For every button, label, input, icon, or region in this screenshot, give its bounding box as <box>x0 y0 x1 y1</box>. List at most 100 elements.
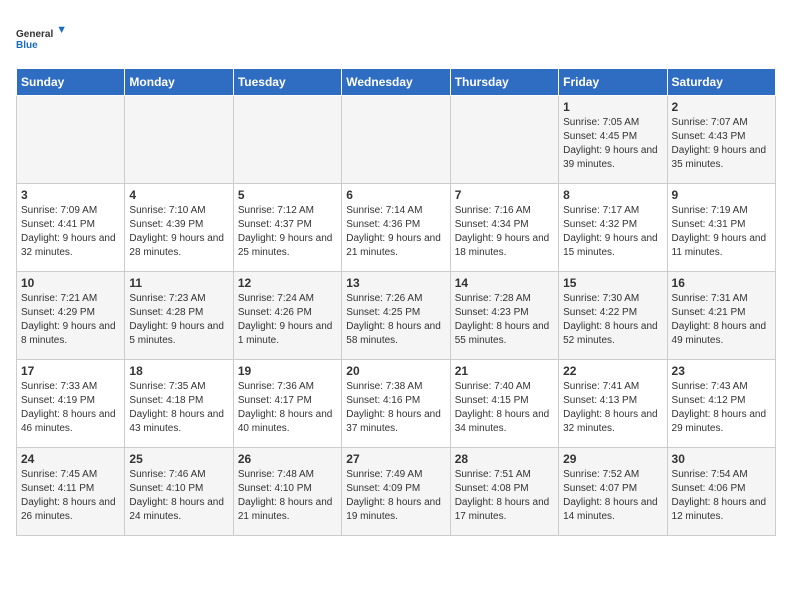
day-info: Sunrise: 7:41 AM Sunset: 4:13 PM Dayligh… <box>563 380 662 436</box>
header-day: Saturday <box>667 69 775 96</box>
header: General Blue <box>16 16 776 60</box>
day-number: 4 <box>129 188 228 202</box>
day-info: Sunrise: 7:17 AM Sunset: 4:32 PM Dayligh… <box>563 204 662 260</box>
calendar-row: 3 Sunrise: 7:09 AM Sunset: 4:41 PM Daylig… <box>17 184 776 272</box>
header-day: Monday <box>125 69 233 96</box>
day-info: Sunrise: 7:21 AM Sunset: 4:29 PM Dayligh… <box>21 292 120 348</box>
day-info: Sunrise: 7:36 AM Sunset: 4:17 PM Dayligh… <box>238 380 337 436</box>
calendar-cell <box>342 96 450 184</box>
calendar-cell <box>450 96 558 184</box>
day-number: 10 <box>21 276 120 290</box>
day-info: Sunrise: 7:49 AM Sunset: 4:09 PM Dayligh… <box>346 468 445 524</box>
day-info: Sunrise: 7:24 AM Sunset: 4:26 PM Dayligh… <box>238 292 337 348</box>
day-info: Sunrise: 7:09 AM Sunset: 4:41 PM Dayligh… <box>21 204 120 260</box>
calendar-table: SundayMondayTuesdayWednesdayThursdayFrid… <box>16 68 776 536</box>
day-number: 1 <box>563 100 662 114</box>
calendar-cell: 3 Sunrise: 7:09 AM Sunset: 4:41 PM Daylig… <box>17 184 125 272</box>
calendar-cell: 11 Sunrise: 7:23 AM Sunset: 4:28 PM Dayli… <box>125 272 233 360</box>
day-number: 28 <box>455 452 554 466</box>
header-day: Thursday <box>450 69 558 96</box>
day-number: 30 <box>672 452 771 466</box>
day-number: 11 <box>129 276 228 290</box>
calendar-cell: 25 Sunrise: 7:46 AM Sunset: 4:10 PM Dayli… <box>125 448 233 536</box>
day-number: 16 <box>672 276 771 290</box>
day-info: Sunrise: 7:16 AM Sunset: 4:34 PM Dayligh… <box>455 204 554 260</box>
day-info: Sunrise: 7:26 AM Sunset: 4:25 PM Dayligh… <box>346 292 445 348</box>
day-info: Sunrise: 7:40 AM Sunset: 4:15 PM Dayligh… <box>455 380 554 436</box>
day-info: Sunrise: 7:31 AM Sunset: 4:21 PM Dayligh… <box>672 292 771 348</box>
calendar-cell: 24 Sunrise: 7:45 AM Sunset: 4:11 PM Dayli… <box>17 448 125 536</box>
day-info: Sunrise: 7:38 AM Sunset: 4:16 PM Dayligh… <box>346 380 445 436</box>
calendar-cell: 9Sunrise: 7:19 AM Sunset: 4:31 PM Daylig… <box>667 184 775 272</box>
calendar-cell: 26 Sunrise: 7:48 AM Sunset: 4:10 PM Dayli… <box>233 448 341 536</box>
calendar-cell: 2Sunrise: 7:07 AM Sunset: 4:43 PM Daylig… <box>667 96 775 184</box>
day-number: 14 <box>455 276 554 290</box>
calendar-cell: 8 Sunrise: 7:17 AM Sunset: 4:32 PM Daylig… <box>559 184 667 272</box>
day-info: Sunrise: 7:19 AM Sunset: 4:31 PM Dayligh… <box>672 204 771 260</box>
header-day: Sunday <box>17 69 125 96</box>
day-info: Sunrise: 7:45 AM Sunset: 4:11 PM Dayligh… <box>21 468 120 524</box>
calendar-cell: 23 Sunrise: 7:43 AM Sunset: 4:12 PM Dayli… <box>667 360 775 448</box>
day-number: 23 <box>672 364 771 378</box>
day-number: 27 <box>346 452 445 466</box>
day-number: 3 <box>21 188 120 202</box>
day-number: 5 <box>238 188 337 202</box>
day-number: 17 <box>21 364 120 378</box>
calendar-cell: 12Sunrise: 7:24 AM Sunset: 4:26 PM Dayli… <box>233 272 341 360</box>
calendar-cell: 17 Sunrise: 7:33 AM Sunset: 4:19 PM Dayli… <box>17 360 125 448</box>
day-number: 26 <box>238 452 337 466</box>
svg-text:Blue: Blue <box>16 40 38 51</box>
day-info: Sunrise: 7:46 AM Sunset: 4:10 PM Dayligh… <box>129 468 228 524</box>
day-info: Sunrise: 7:54 AM Sunset: 4:06 PM Dayligh… <box>672 468 771 524</box>
header-day: Tuesday <box>233 69 341 96</box>
day-info: Sunrise: 7:35 AM Sunset: 4:18 PM Dayligh… <box>129 380 228 436</box>
header-day: Wednesday <box>342 69 450 96</box>
day-number: 2 <box>672 100 771 114</box>
day-number: 18 <box>129 364 228 378</box>
day-number: 21 <box>455 364 554 378</box>
calendar-cell: 28 Sunrise: 7:51 AM Sunset: 4:08 PM Dayli… <box>450 448 558 536</box>
day-number: 19 <box>238 364 337 378</box>
day-number: 6 <box>346 188 445 202</box>
calendar-cell: 14 Sunrise: 7:28 AM Sunset: 4:23 PM Dayli… <box>450 272 558 360</box>
header-row: SundayMondayTuesdayWednesdayThursdayFrid… <box>17 69 776 96</box>
header-day: Friday <box>559 69 667 96</box>
calendar-cell: 13Sunrise: 7:26 AM Sunset: 4:25 PM Dayli… <box>342 272 450 360</box>
calendar-cell: 10 Sunrise: 7:21 AM Sunset: 4:29 PM Dayli… <box>17 272 125 360</box>
day-info: Sunrise: 7:28 AM Sunset: 4:23 PM Dayligh… <box>455 292 554 348</box>
day-info: Sunrise: 7:23 AM Sunset: 4:28 PM Dayligh… <box>129 292 228 348</box>
calendar-cell <box>125 96 233 184</box>
calendar-cell: 21 Sunrise: 7:40 AM Sunset: 4:15 PM Dayli… <box>450 360 558 448</box>
calendar-cell: 20 Sunrise: 7:38 AM Sunset: 4:16 PM Dayli… <box>342 360 450 448</box>
day-number: 20 <box>346 364 445 378</box>
day-info: Sunrise: 7:33 AM Sunset: 4:19 PM Dayligh… <box>21 380 120 436</box>
calendar-cell <box>17 96 125 184</box>
day-number: 8 <box>563 188 662 202</box>
calendar-row: 10 Sunrise: 7:21 AM Sunset: 4:29 PM Dayli… <box>17 272 776 360</box>
calendar-cell: 30 Sunrise: 7:54 AM Sunset: 4:06 PM Dayli… <box>667 448 775 536</box>
svg-text:General: General <box>16 29 53 40</box>
day-info: Sunrise: 7:51 AM Sunset: 4:08 PM Dayligh… <box>455 468 554 524</box>
day-number: 24 <box>21 452 120 466</box>
logo: General Blue <box>16 16 66 60</box>
calendar-cell: 7 Sunrise: 7:16 AM Sunset: 4:34 PM Daylig… <box>450 184 558 272</box>
day-info: Sunrise: 7:30 AM Sunset: 4:22 PM Dayligh… <box>563 292 662 348</box>
day-number: 25 <box>129 452 228 466</box>
calendar-cell: 29Sunrise: 7:52 AM Sunset: 4:07 PM Dayli… <box>559 448 667 536</box>
calendar-cell: 22 Sunrise: 7:41 AM Sunset: 4:13 PM Dayli… <box>559 360 667 448</box>
day-info: Sunrise: 7:14 AM Sunset: 4:36 PM Dayligh… <box>346 204 445 260</box>
logo-svg: General Blue <box>16 16 66 60</box>
day-number: 22 <box>563 364 662 378</box>
day-info: Sunrise: 7:43 AM Sunset: 4:12 PM Dayligh… <box>672 380 771 436</box>
calendar-row: 17 Sunrise: 7:33 AM Sunset: 4:19 PM Dayli… <box>17 360 776 448</box>
calendar-cell: 15 Sunrise: 7:30 AM Sunset: 4:22 PM Dayli… <box>559 272 667 360</box>
day-number: 15 <box>563 276 662 290</box>
calendar-cell: 19 Sunrise: 7:36 AM Sunset: 4:17 PM Dayli… <box>233 360 341 448</box>
calendar-row: 24 Sunrise: 7:45 AM Sunset: 4:11 PM Dayli… <box>17 448 776 536</box>
calendar-cell: 6 Sunrise: 7:14 AM Sunset: 4:36 PM Daylig… <box>342 184 450 272</box>
calendar-cell: 1Sunrise: 7:05 AM Sunset: 4:45 PM Daylig… <box>559 96 667 184</box>
day-number: 7 <box>455 188 554 202</box>
day-info: Sunrise: 7:48 AM Sunset: 4:10 PM Dayligh… <box>238 468 337 524</box>
calendar-cell: 5Sunrise: 7:12 AM Sunset: 4:37 PM Daylig… <box>233 184 341 272</box>
calendar-cell: 18 Sunrise: 7:35 AM Sunset: 4:18 PM Dayli… <box>125 360 233 448</box>
